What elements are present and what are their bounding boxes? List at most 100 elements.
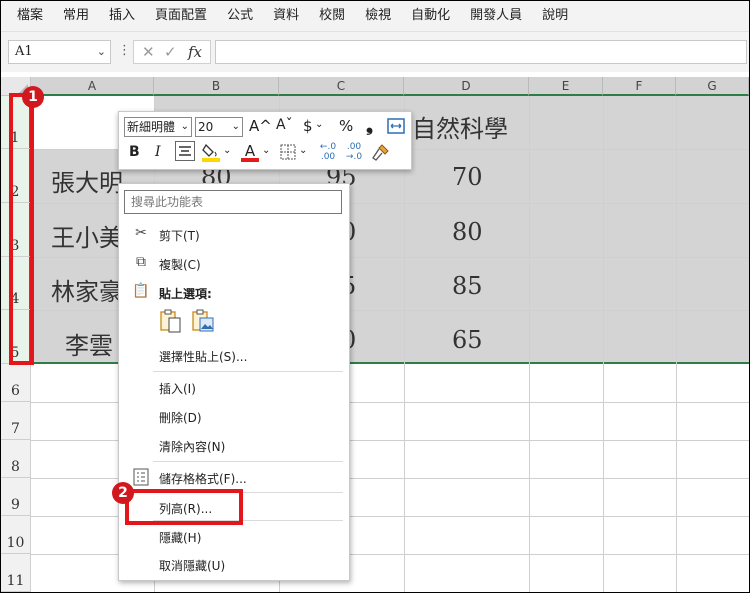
cell-d2[interactable]: 70 bbox=[452, 163, 483, 191]
merge-center-icon[interactable] bbox=[387, 117, 405, 135]
menu-separator bbox=[153, 371, 343, 372]
row-header-11[interactable]: 11 bbox=[1, 554, 31, 592]
font-size-select[interactable]: 20 ⌄ bbox=[195, 117, 243, 137]
gridline bbox=[676, 96, 677, 592]
font-size-value: 20 bbox=[198, 120, 214, 134]
tab-automate[interactable]: 自動化 bbox=[401, 1, 460, 31]
tab-developer[interactable]: 開發人員 bbox=[460, 1, 532, 31]
chevron-down-icon[interactable]: ⌄ bbox=[299, 145, 307, 156]
cell-d4[interactable]: 85 bbox=[452, 272, 483, 300]
tab-formulas[interactable]: 公式 bbox=[217, 1, 263, 31]
name-box-value: A1 bbox=[15, 44, 33, 59]
column-header-d[interactable]: D bbox=[404, 77, 529, 96]
cell-a3[interactable]: 王小美 bbox=[51, 218, 123, 253]
menu-item-cut[interactable]: 剪下(T) bbox=[159, 227, 200, 244]
row-header-9[interactable]: 9 bbox=[1, 478, 31, 516]
more-options-icon[interactable]: ⋮ bbox=[118, 43, 131, 58]
column-header-g[interactable]: G bbox=[676, 77, 749, 96]
bold-button[interactable]: B bbox=[129, 144, 140, 160]
column-header-f[interactable]: F bbox=[603, 77, 676, 96]
tab-home[interactable]: 常用 bbox=[53, 1, 99, 31]
menu-item-copy[interactable]: 複製(C) bbox=[159, 256, 201, 273]
paste-picture-icon[interactable] bbox=[191, 308, 215, 334]
row-header-8[interactable]: 8 bbox=[1, 440, 31, 478]
menu-item-hide[interactable]: 隱藏(H) bbox=[159, 529, 201, 546]
increase-font-size-button[interactable]: A^ bbox=[249, 117, 272, 135]
callout-row-headers-box bbox=[9, 93, 34, 365]
mini-toolbar: 新細明體 ⌄ 20 ⌄ A^ Aˇ $ ⌄ % ❟ B I ⌄ A ⌄ ⌄ ←.… bbox=[118, 111, 412, 170]
cell-a2[interactable]: 張大明 bbox=[51, 163, 123, 198]
percent-style-button[interactable]: % bbox=[339, 117, 353, 135]
tab-file[interactable]: 檔案 bbox=[7, 1, 53, 31]
chevron-down-icon: ⌄ bbox=[180, 121, 189, 132]
tab-data[interactable]: 資料 bbox=[263, 1, 309, 31]
tab-review[interactable]: 校閱 bbox=[309, 1, 355, 31]
cell-d1[interactable]: 自然科學 bbox=[412, 109, 508, 144]
enter-icon[interactable]: ✓ bbox=[164, 43, 177, 61]
menu-item-paste-special[interactable]: 選擇性貼上(S)... bbox=[159, 348, 247, 365]
copy-icon: ⧉ bbox=[136, 254, 146, 270]
callout-badge-1: 1 bbox=[22, 86, 44, 108]
cell-a5[interactable]: 李雲 bbox=[65, 326, 113, 361]
increase-decimal-icon[interactable]: ←.0.00 bbox=[317, 142, 339, 162]
font-color-bar bbox=[241, 158, 259, 162]
align-center-button[interactable] bbox=[175, 141, 195, 161]
row-header-6[interactable]: 6 bbox=[1, 364, 31, 402]
clipboard-icon: 📋 bbox=[132, 283, 150, 299]
menu-item-clear-contents[interactable]: 清除內容(N) bbox=[159, 438, 225, 455]
tab-help[interactable]: 說明 bbox=[532, 1, 578, 31]
column-header-b[interactable]: B bbox=[154, 77, 279, 96]
column-header-a[interactable]: A bbox=[31, 77, 154, 96]
menu-search-input[interactable]: 搜尋此功能表 bbox=[124, 190, 342, 214]
italic-button[interactable]: I bbox=[155, 144, 161, 160]
menu-search-placeholder: 搜尋此功能表 bbox=[131, 195, 204, 209]
font-color-button[interactable]: A bbox=[241, 142, 259, 164]
paste-icon[interactable] bbox=[159, 308, 183, 334]
chevron-down-icon[interactable]: ⌄ bbox=[262, 145, 270, 156]
column-header-e[interactable]: E bbox=[529, 77, 603, 96]
fill-color-icon[interactable] bbox=[201, 141, 221, 163]
menu-item-format-cells[interactable]: 儲存格格式(F)... bbox=[159, 470, 247, 487]
chevron-down-icon[interactable]: ⌄ bbox=[315, 119, 323, 130]
gridline bbox=[529, 96, 530, 592]
decrease-font-size-button[interactable]: Aˇ bbox=[276, 117, 293, 133]
ribbon-tab-bar: 檔案 常用 插入 頁面配置 公式 資料 校閱 檢視 自動化 開發人員 說明 bbox=[1, 1, 749, 32]
excel-window: 檔案 常用 插入 頁面配置 公式 資料 校閱 檢視 自動化 開發人員 說明 A1… bbox=[0, 0, 750, 593]
chevron-down-icon[interactable]: ⌄ bbox=[97, 41, 106, 63]
formula-input[interactable] bbox=[215, 40, 747, 64]
menu-item-insert[interactable]: 插入(I) bbox=[159, 380, 196, 397]
chevron-down-icon[interactable]: ⌄ bbox=[223, 145, 231, 156]
borders-icon[interactable] bbox=[279, 143, 297, 161]
name-box[interactable]: A1 ⌄ bbox=[8, 40, 111, 64]
formula-bar: A1 ⌄ ⋮ ✕ ✓ fx bbox=[1, 32, 749, 72]
callout-row-height-box bbox=[125, 489, 243, 525]
gridline bbox=[603, 96, 604, 592]
currency-format-button[interactable]: $ bbox=[303, 117, 313, 135]
cell-d5[interactable]: 65 bbox=[452, 326, 483, 354]
menu-heading-paste-options: 貼上選項: bbox=[159, 287, 212, 301]
row-header-7[interactable]: 7 bbox=[1, 402, 31, 440]
scissors-icon: ✂ bbox=[135, 225, 147, 241]
tab-insert[interactable]: 插入 bbox=[99, 1, 145, 31]
column-header-c[interactable]: C bbox=[279, 77, 404, 96]
row-header-10[interactable]: 10 bbox=[1, 516, 31, 554]
chevron-down-icon: ⌄ bbox=[231, 121, 240, 132]
gridline bbox=[404, 96, 405, 592]
formula-buttons: ✕ ✓ fx bbox=[133, 40, 211, 64]
tab-page-layout[interactable]: 頁面配置 bbox=[145, 1, 217, 31]
comma-style-button[interactable]: ❟ bbox=[366, 115, 373, 136]
font-name-value: 新細明體 bbox=[127, 120, 176, 134]
menu-item-unhide[interactable]: 取消隱藏(U) bbox=[159, 557, 225, 574]
format-cells-icon bbox=[132, 468, 150, 486]
menu-separator bbox=[153, 461, 343, 462]
cancel-icon[interactable]: ✕ bbox=[142, 43, 155, 61]
tab-view[interactable]: 檢視 bbox=[355, 1, 401, 31]
insert-function-icon[interactable]: fx bbox=[188, 43, 202, 61]
format-painter-icon[interactable] bbox=[371, 142, 391, 162]
cell-a4[interactable]: 林家豪 bbox=[51, 272, 123, 307]
font-name-select[interactable]: 新細明體 ⌄ bbox=[124, 117, 192, 137]
decrease-decimal-icon[interactable]: .00 →.0 bbox=[343, 142, 365, 162]
cell-d3[interactable]: 80 bbox=[452, 218, 483, 246]
callout-badge-2: 2 bbox=[112, 482, 134, 504]
menu-item-delete[interactable]: 刪除(D) bbox=[159, 409, 202, 426]
